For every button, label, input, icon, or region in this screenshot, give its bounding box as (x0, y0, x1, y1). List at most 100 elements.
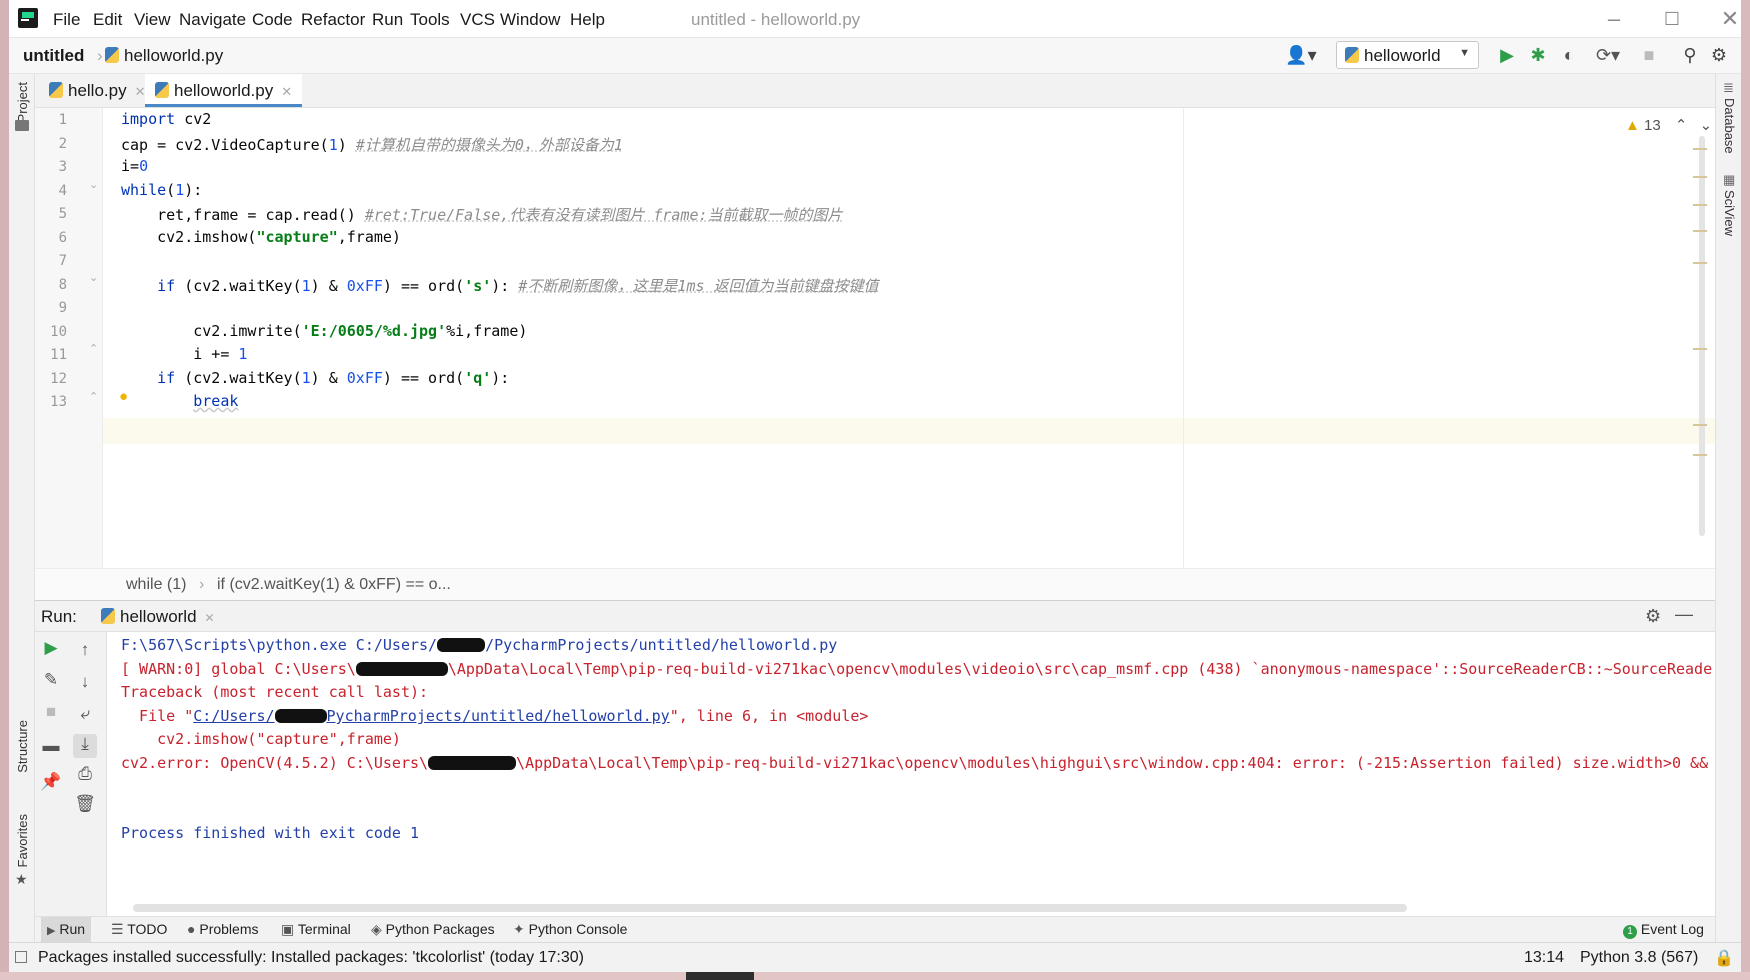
tab-run[interactable]: ▶ Run (41, 917, 92, 943)
lightbulb-icon[interactable]: ● (119, 388, 128, 405)
editor-scrollbar[interactable] (1699, 136, 1705, 536)
tab-todo[interactable]: ☰ TODO (105, 917, 173, 943)
console-horizontal-scrollbar[interactable] (133, 904, 1407, 912)
debug-icon[interactable]: ✱ (1526, 45, 1550, 66)
fold-end-icon[interactable]: ⌃ (89, 390, 98, 403)
event-log-button[interactable]: 1 Event Log (1617, 917, 1710, 943)
structure-tool-tab[interactable]: Structure (15, 720, 30, 773)
title-bar: File Edit View Navigate Code Refactor Ru… (9, 0, 1741, 38)
close-tab-icon[interactable]: ✕ (281, 84, 292, 99)
pin-icon[interactable]: 📌 (39, 772, 63, 796)
traceback-link-path[interactable]: PycharmProjects/untitled/helloworld.py (327, 707, 670, 725)
maximize-icon[interactable]: ☐ (1652, 6, 1692, 32)
menu-navigate[interactable]: Navigate (179, 10, 246, 30)
console-line: Traceback (most recent call last): (121, 683, 429, 701)
breadcrumb-project[interactable]: untitled (23, 46, 84, 66)
coverage-icon[interactable]: ◐ (1557, 45, 1581, 66)
rerun-icon[interactable]: ▶ (39, 638, 63, 662)
fold-icon[interactable]: ⌄ (89, 178, 98, 191)
menu-tools[interactable]: Tools (410, 10, 450, 30)
settings-icon[interactable]: ⚙ (1645, 606, 1661, 627)
fold-icon[interactable]: ⌄ (89, 271, 98, 284)
line-number: 9 (58, 300, 67, 316)
layout-icon[interactable]: ▬ (39, 736, 63, 760)
run-configuration-select[interactable]: helloworld ▼ (1336, 41, 1479, 69)
minimize-icon[interactable]: – (1594, 6, 1634, 32)
menu-help[interactable]: Help (570, 10, 605, 30)
print-icon[interactable]: ⎙ (73, 764, 97, 788)
breadcrumb-if[interactable]: if (cv2.waitKey(1) & 0xFF) == o... (217, 576, 451, 594)
cursor-position[interactable]: 13:14 (1524, 949, 1564, 967)
stop-icon[interactable]: ■ (1637, 45, 1661, 66)
tab-terminal[interactable]: ▣ Terminal (275, 917, 357, 943)
code-editor[interactable]: import cv2 cap = cv2.VideoCapture(1) #计算… (103, 108, 1715, 568)
arrow-up-icon[interactable]: ↑ (73, 640, 97, 664)
python-file-icon (155, 82, 169, 98)
chevron-down-icon: ▼ (1459, 47, 1470, 59)
favorites-tool-tab[interactable]: Favorites (15, 814, 30, 867)
menu-code[interactable]: Code (252, 10, 293, 30)
menu-edit[interactable]: Edit (93, 10, 122, 30)
database-tool-tab[interactable]: Database (1722, 98, 1737, 154)
tab-hello-py[interactable]: hello.py ✕ (39, 74, 156, 107)
line-number: 5 (58, 206, 67, 222)
search-icon[interactable]: ⚲ (1678, 45, 1702, 66)
window-title: untitled - helloworld.py (691, 10, 861, 29)
menu-view[interactable]: View (134, 10, 171, 30)
line-number: 8 (58, 277, 67, 293)
line-number: 10 (50, 324, 67, 340)
run-tab-helloworld[interactable]: helloworld ✕ (101, 607, 215, 627)
desktop-bottom (0, 972, 1750, 980)
menu-window[interactable]: Window (500, 10, 560, 30)
line-number: 12 (50, 371, 67, 387)
trash-icon[interactable]: 🗑 (73, 794, 97, 818)
tab-python-packages[interactable]: ◈ Python Packages (365, 917, 501, 943)
fold-end-icon[interactable]: ⌃ (89, 342, 98, 355)
profile-icon[interactable]: ⟳▾ (1588, 45, 1628, 66)
editor-tabs: hello.py ✕ helloworld.py ✕ (35, 74, 1715, 108)
interpreter-selector[interactable]: Python 3.8 (567) (1580, 949, 1698, 967)
soft-wrap-icon[interactable]: ⤶ (73, 704, 97, 728)
folder-icon (15, 120, 29, 131)
settings-icon[interactable]: ⚙ (1707, 45, 1731, 66)
sciview-tool-tab[interactable]: SciView (1722, 190, 1737, 236)
left-tool-strip: Project Structure Favorites ★ (9, 74, 35, 942)
menu-run[interactable]: Run (372, 10, 403, 30)
panel-toggle-icon[interactable] (15, 951, 27, 963)
code-line-8: if (cv2.waitKey(1) & 0xFF) == ord('s'): … (157, 277, 879, 295)
user-icon[interactable]: 👤▾ (1281, 45, 1321, 66)
code-line-1: import cv2 (121, 110, 212, 128)
warning-stripe (1693, 176, 1707, 178)
scroll-to-end-icon[interactable]: ⤓ (73, 734, 97, 758)
run-icon[interactable]: ▶ (1495, 45, 1519, 66)
console-line: cv2.imshow("capture",frame) (121, 730, 401, 748)
arrow-down-icon[interactable]: ↓ (73, 672, 97, 696)
traceback-link[interactable]: C:/Users/ (193, 707, 274, 725)
inspection-widget[interactable]: ▲ 13 ⌃ ⌄ (1625, 116, 1712, 134)
lock-icon[interactable]: 🔒 (1714, 948, 1734, 968)
close-tab-icon[interactable]: ✕ (205, 611, 215, 625)
wrench-icon[interactable]: ✎ (39, 670, 63, 694)
breadcrumb-file[interactable]: helloworld.py (105, 46, 223, 66)
breadcrumb-while[interactable]: while (1) (126, 576, 186, 594)
terminal-icon: ▣ (281, 921, 295, 937)
stop-icon[interactable]: ■ (39, 702, 63, 726)
tab-helloworld-py[interactable]: helloworld.py ✕ (145, 74, 303, 107)
project-tool-tab[interactable]: Project (15, 82, 30, 122)
warning-stripe (1693, 262, 1707, 264)
menu-vcs[interactable]: VCS (460, 10, 495, 30)
chevron-up-icon[interactable]: ⌃ (1675, 117, 1688, 134)
chevron-down-icon[interactable]: ⌄ (1700, 117, 1713, 134)
tab-python-console[interactable]: ✦ Python Console (507, 917, 633, 943)
console-output[interactable]: F:\567\Scripts\python.exe C:/Users//Pych… (107, 632, 1715, 916)
sciview-icon: ▦ (1723, 172, 1736, 187)
menu-file[interactable]: File (53, 10, 80, 30)
close-window-icon[interactable]: ✕ (1710, 6, 1750, 32)
line-number-gutter: 1 2 3 4 5 6 7 8 9 10 11 12 13 ⌄ ⌄ ⌃ ⌃ (35, 108, 103, 568)
hide-panel-icon[interactable]: — (1675, 604, 1693, 625)
tab-problems[interactable]: ● Problems (181, 917, 265, 943)
status-message[interactable]: Packages installed successfully: Install… (38, 949, 584, 967)
menu-refactor[interactable]: Refactor (301, 10, 365, 30)
redacted-mark (437, 638, 486, 652)
close-tab-icon[interactable]: ✕ (135, 84, 146, 99)
